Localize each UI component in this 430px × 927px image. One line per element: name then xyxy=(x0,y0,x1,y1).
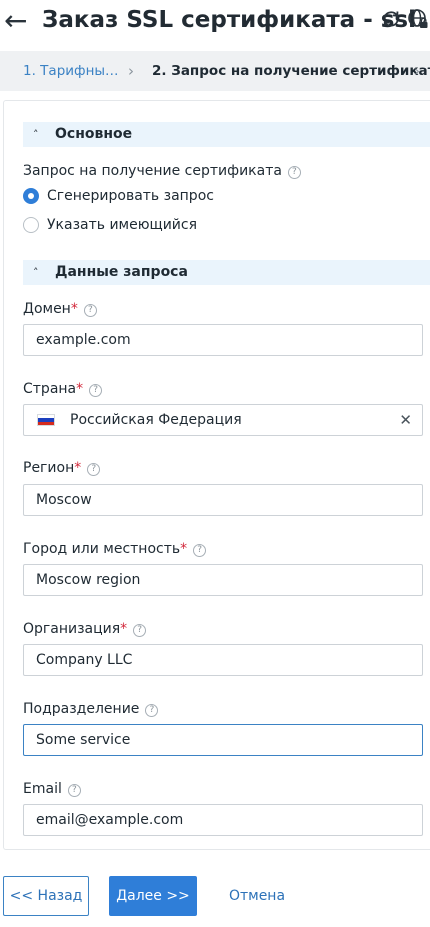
domain-label: Домен*? xyxy=(23,300,97,318)
field-label-text: Страна xyxy=(23,381,77,397)
country-select-value: Российская Федерация xyxy=(70,412,242,428)
chevron-up-icon: ˄ xyxy=(33,266,39,279)
required-mark: * xyxy=(70,301,78,317)
department-field[interactable] xyxy=(23,724,423,756)
field-label-text: Организация xyxy=(23,621,121,637)
city-input[interactable] xyxy=(24,565,422,595)
help-icon[interactable]: ? xyxy=(287,166,301,179)
help-icon[interactable]: ? xyxy=(89,384,103,397)
domain-field[interactable] xyxy=(23,324,423,356)
page-title: Заказ SSL сертификата - ssl xyxy=(42,7,417,33)
region-input[interactable] xyxy=(24,485,422,515)
section-request-data-header[interactable]: ˄ Данные запроса xyxy=(23,260,430,285)
department-label: Подразделение? xyxy=(23,700,159,718)
region-field[interactable] xyxy=(23,484,423,516)
back-arrow-icon[interactable]: ← xyxy=(4,2,27,40)
field-label-text: Домен xyxy=(23,301,71,317)
russia-flag-icon xyxy=(37,414,55,426)
required-mark: * xyxy=(180,541,188,557)
organization-field[interactable] xyxy=(23,644,423,676)
field-label-text: Регион xyxy=(23,460,75,476)
breadcrumb: 1. Тарифны… › 2. Запрос на получение сер… xyxy=(0,51,430,91)
field-label-text: Email xyxy=(23,781,62,797)
required-mark: * xyxy=(120,621,128,637)
section-title: Основное xyxy=(55,126,133,142)
help-icon[interactable]: ? xyxy=(145,704,159,717)
radio-button[interactable] xyxy=(23,217,39,233)
next-button[interactable]: Далее >> xyxy=(109,876,197,916)
radio-label: Сгенерировать запрос xyxy=(47,188,214,204)
radio-label: Указать имеющийся xyxy=(47,217,198,233)
email-input[interactable] xyxy=(24,805,422,835)
required-mark: * xyxy=(74,460,82,476)
globe-lock-icon[interactable] xyxy=(407,8,429,30)
clear-icon[interactable]: ✕ xyxy=(399,405,412,435)
help-icon[interactable]: ? xyxy=(87,463,101,476)
help-icon[interactable]: ? xyxy=(83,304,97,317)
email-label: Email? xyxy=(23,780,81,798)
help-icon[interactable]: ? xyxy=(193,544,207,557)
section-basic-header[interactable]: ˄ Основное xyxy=(23,122,430,147)
department-input[interactable] xyxy=(24,725,422,755)
domain-input[interactable] xyxy=(24,325,422,355)
required-mark: * xyxy=(76,381,84,397)
city-field[interactable] xyxy=(23,564,423,596)
country-select[interactable]: Российская Федерация ✕ xyxy=(23,404,423,436)
radio-button-checked[interactable] xyxy=(23,188,39,204)
region-label: Регион*? xyxy=(23,459,101,477)
field-label-text: Подразделение xyxy=(23,701,140,717)
organization-label: Организация*? xyxy=(23,620,147,638)
request-label-text: Запрос на получение сертификата xyxy=(23,163,282,179)
breadcrumb-step-2: 2. Запрос на получение сертификата xyxy=(152,63,430,79)
organization-input[interactable] xyxy=(24,645,422,675)
breadcrumb-separator: › xyxy=(128,62,134,80)
field-label-text: Город или местность xyxy=(23,541,181,557)
city-label: Город или местность*? xyxy=(23,540,207,558)
help-icon[interactable]: ? xyxy=(67,784,81,797)
breadcrumb-step-1[interactable]: 1. Тарифны… xyxy=(23,51,119,91)
section-title: Данные запроса xyxy=(55,264,188,280)
email-field[interactable] xyxy=(23,804,423,836)
country-label: Страна*? xyxy=(23,380,103,398)
chevron-up-icon: ˄ xyxy=(33,128,39,141)
back-button[interactable]: << Назад xyxy=(3,876,89,916)
page-header: ← Заказ SSL сертификата - ssl xyxy=(0,0,430,44)
refresh-icon[interactable] xyxy=(380,8,402,30)
cancel-button[interactable]: Отмена xyxy=(217,876,297,916)
help-icon[interactable]: ? xyxy=(133,624,147,637)
breadcrumb-separator: › xyxy=(414,62,420,80)
request-label: Запрос на получение сертификата? xyxy=(23,162,301,180)
